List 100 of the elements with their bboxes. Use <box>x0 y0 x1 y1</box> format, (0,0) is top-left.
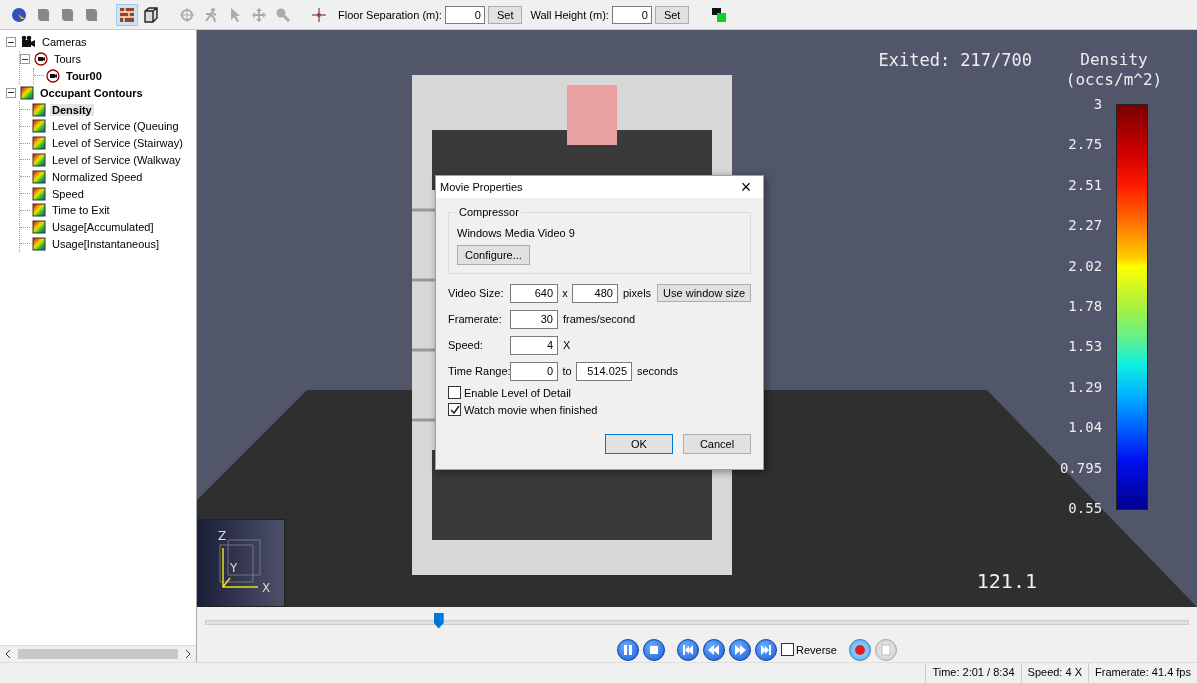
tree-item[interactable]: Normalized Speed <box>50 170 145 183</box>
gradient-square-icon <box>32 186 46 201</box>
cube-icon <box>143 6 159 23</box>
gradient-square-icon <box>32 119 46 134</box>
status-text: Speed: 4 X <box>1020 663 1088 683</box>
group-label: Compressor <box>457 206 521 218</box>
axis-label: Z <box>218 529 227 543</box>
checkbox[interactable] <box>448 403 461 416</box>
record-dot-icon <box>853 642 867 657</box>
time-readout: 121.1 <box>976 569 1037 593</box>
dialog-title: Movie Properties <box>440 181 523 193</box>
magnifier-icon <box>275 6 291 23</box>
collapse-toggle[interactable] <box>6 37 16 48</box>
gradient-square-icon <box>32 136 46 151</box>
timeline-slider-handle[interactable] <box>433 612 444 629</box>
field-label: Floor Separation (m): <box>338 8 442 21</box>
gradient-square-icon <box>32 169 46 184</box>
tree-item[interactable]: Cameras <box>40 36 89 49</box>
tree-item[interactable]: Occupant Contours <box>38 86 145 99</box>
camera-icon <box>20 35 36 50</box>
cancel-button[interactable]: Cancel <box>683 434 751 454</box>
gradient-square-icon <box>32 102 46 117</box>
collapse-toggle[interactable] <box>20 54 30 65</box>
texture-tool-button[interactable] <box>116 3 138 26</box>
move-icon <box>251 6 267 23</box>
number-input-field[interactable]: 30 <box>510 309 558 329</box>
legend-tick-label: 0.55 <box>1068 499 1103 516</box>
legend-tick-label: 2.75 <box>1068 136 1103 153</box>
tree-item[interactable]: Usage[Accumulated] <box>50 221 156 234</box>
checkbox-label: Enable Level of Detail <box>464 386 571 399</box>
unit-label: pixels <box>622 287 652 299</box>
walking-person-icon <box>203 6 219 23</box>
collapse-toggle[interactable] <box>6 87 16 98</box>
separator-label: x <box>561 287 569 299</box>
legend-title: (occs/m^2) <box>1065 70 1163 90</box>
last-button[interactable] <box>755 638 777 661</box>
legend-tick-label: 2.02 <box>1068 257 1103 274</box>
pause-button[interactable] <box>617 638 639 661</box>
number-input-field[interactable]: 480 <box>572 283 618 303</box>
unit-label: seconds <box>637 365 678 377</box>
tree-item[interactable]: Tours <box>52 53 83 66</box>
field-label: Time Range: <box>448 365 510 377</box>
legend-tick-label: 1.04 <box>1068 419 1103 436</box>
unit-label: X <box>563 339 571 351</box>
tree-item[interactable]: Level of Service (Stairway) <box>50 137 185 150</box>
globe-icon <box>11 6 27 23</box>
checkbox-label: Reverse <box>796 643 837 656</box>
number-input-field[interactable]: 0 <box>444 5 485 24</box>
number-input-field[interactable]: 0 <box>611 5 652 24</box>
tour-camera-icon <box>46 69 60 83</box>
field-label: Video Size: <box>448 287 505 299</box>
crosshair-icon <box>311 6 327 23</box>
axis-label: Y <box>230 561 238 575</box>
set-button[interactable]: Set <box>487 5 523 24</box>
rewind-icon <box>707 642 721 657</box>
checkbox[interactable] <box>448 386 461 399</box>
tree-item[interactable]: Speed <box>50 187 86 200</box>
number-input-field[interactable]: 514.025 <box>576 361 632 381</box>
gradient-square-icon <box>32 236 46 251</box>
first-button[interactable] <box>677 638 699 661</box>
brick-icon <box>119 6 135 23</box>
legend-tick-label: 1.78 <box>1068 297 1103 314</box>
gradient-square-icon <box>32 203 46 218</box>
legend-tick-label: 1.29 <box>1068 378 1103 395</box>
field-label: Framerate: <box>448 313 503 325</box>
forward-icon <box>733 642 747 657</box>
gradient-square-icon <box>32 220 46 235</box>
rewind-button[interactable] <box>703 638 725 661</box>
legend-tick-label: 3 <box>1093 96 1103 112</box>
gradient-square-icon <box>32 152 46 167</box>
legend-tick-label: 1.53 <box>1068 338 1103 355</box>
close-button[interactable]: × <box>729 176 763 198</box>
last-icon <box>759 642 773 657</box>
record-button[interactable] <box>849 638 871 661</box>
tree-item[interactable]: Usage[Instantaneous] <box>50 237 162 250</box>
codec-name: Windows Media Video 9 <box>457 227 576 239</box>
field-label: Wall Height (m): <box>530 8 609 21</box>
tree-item[interactable]: Level of Service (Walkway <box>50 153 183 166</box>
status-text: Framerate: 41.4 fps <box>1088 663 1197 683</box>
forward-button[interactable] <box>729 638 751 661</box>
stop-button[interactable] <box>643 638 665 661</box>
tree-item[interactable]: Tour00 <box>64 70 104 82</box>
stop-icon <box>879 642 893 657</box>
number-input-field[interactable]: 0 <box>510 361 558 381</box>
checkbox-label: Watch movie when finished <box>464 403 598 416</box>
ok-button[interactable]: OK <box>605 434 673 454</box>
layers-icon[interactable] <box>711 6 728 23</box>
tree-item[interactable]: Density <box>50 103 94 116</box>
tree-item[interactable]: Time to Exit <box>50 204 112 217</box>
exited-count: Exited: 217/700 <box>878 50 1032 70</box>
horizontal-scrollbar[interactable] <box>0 645 196 662</box>
first-icon <box>681 642 695 657</box>
set-button[interactable]: Set <box>654 5 690 24</box>
number-input-field[interactable]: 4 <box>510 335 558 355</box>
use-window-size-button[interactable]: Use window size <box>657 284 751 302</box>
configure-button[interactable]: Configure... <box>457 245 530 265</box>
field-label: Speed: <box>448 339 484 351</box>
tree-item[interactable]: Level of Service (Queuing <box>50 120 181 133</box>
number-input-field[interactable]: 640 <box>510 283 558 303</box>
reverse-checkbox[interactable] <box>781 643 794 656</box>
